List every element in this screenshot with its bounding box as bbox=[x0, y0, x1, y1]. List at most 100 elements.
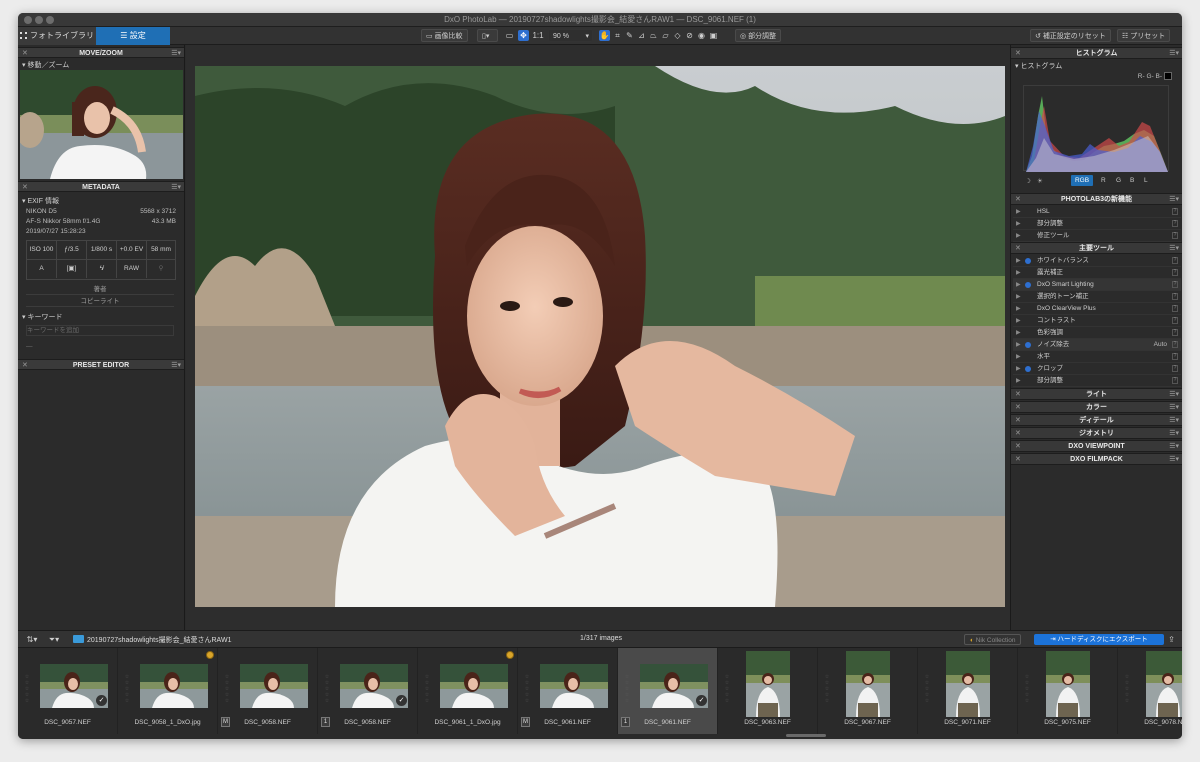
perspective-icon[interactable]: ⏢ bbox=[648, 30, 659, 41]
section-header[interactable]: ✕ ライト ☰▾ bbox=[1011, 388, 1182, 400]
rating-stars[interactable]: ☆ ☆ ☆ ☆ ☆ bbox=[623, 674, 631, 704]
close-icon[interactable]: ✕ bbox=[1015, 389, 1021, 401]
horizon-icon[interactable]: ⊿ bbox=[636, 30, 647, 41]
close-icon[interactable]: ✕ bbox=[1015, 415, 1021, 427]
enabled-indicator-icon[interactable] bbox=[1025, 342, 1031, 348]
rating-stars[interactable]: ☆ ☆ ☆ ☆ ☆ bbox=[1023, 674, 1031, 704]
zoom-level-select[interactable]: 90 % ▾ bbox=[548, 29, 593, 42]
filmstrip-thumbnail[interactable]: ☆ ☆ ☆ ☆ ☆ DSC_9058_1_DxO.jpg bbox=[118, 648, 218, 734]
tool-repair[interactable]: ▶ 修正ツール? bbox=[1013, 230, 1181, 242]
section-header[interactable]: ✕ DXO VIEWPOINT ☰▾ bbox=[1011, 440, 1182, 452]
histogram-header[interactable]: ✕ ヒストグラム ☰▾ bbox=[1011, 47, 1182, 59]
filmstrip-thumbnail[interactable]: ☆ ☆ ☆ ☆ ☆ DSC_9061_1_DxO.jpg bbox=[418, 648, 518, 734]
channel-rgb[interactable]: RGB bbox=[1071, 175, 1093, 186]
tool-row[interactable]: ▶ 色彩強調? bbox=[1013, 327, 1181, 339]
help-icon[interactable]: ? bbox=[1172, 269, 1178, 276]
help-icon[interactable]: ? bbox=[1172, 317, 1178, 324]
expand-arrow-icon[interactable]: ▶ bbox=[1016, 363, 1021, 375]
rating-stars[interactable]: ☆ ☆ ☆ ☆ ☆ bbox=[1123, 674, 1131, 704]
menu-icon[interactable]: ☰▾ bbox=[1169, 48, 1179, 60]
help-icon[interactable]: ? bbox=[1172, 377, 1178, 384]
hand-tool-icon[interactable]: ✋ bbox=[599, 30, 610, 41]
help-icon[interactable]: ? bbox=[1172, 341, 1178, 348]
filter-icon[interactable]: ⏷▾ bbox=[46, 634, 62, 645]
enabled-indicator-icon[interactable] bbox=[1025, 282, 1031, 288]
thumbnail-image[interactable] bbox=[440, 664, 508, 708]
reset-button[interactable]: ↺ 補正設定のリセット bbox=[1030, 29, 1111, 42]
tool-row[interactable]: ▶ 選択的トーン補正? bbox=[1013, 291, 1181, 303]
expand-arrow-icon[interactable]: ▶ bbox=[1016, 255, 1021, 267]
tool-row[interactable]: ▶ クロップ? bbox=[1013, 363, 1181, 375]
menu-icon[interactable]: ☰▾ bbox=[1169, 454, 1179, 466]
menu-icon[interactable]: ☰▾ bbox=[1169, 441, 1179, 453]
expand-arrow-icon[interactable]: ▶ bbox=[1016, 351, 1021, 363]
channel-l[interactable]: L bbox=[1144, 175, 1148, 186]
filmstrip-thumbnail[interactable]: ☆ ☆ ☆ ☆ ☆ M DSC_9058.NEF bbox=[218, 648, 318, 734]
local-adjust-button[interactable]: ◎ 部分調整 bbox=[735, 29, 782, 42]
menu-icon[interactable]: ☰▾ bbox=[171, 360, 181, 371]
thumbnail-image[interactable] bbox=[946, 651, 990, 717]
help-icon[interactable]: ? bbox=[1172, 305, 1178, 312]
essential-tools-header[interactable]: ✕ 主要ツール ☰▾ bbox=[1011, 242, 1182, 254]
zoom-window-button[interactable] bbox=[46, 16, 54, 24]
sort-icon[interactable]: ⇅▾ bbox=[24, 634, 40, 645]
main-photo[interactable] bbox=[195, 66, 1005, 607]
brush-icon[interactable]: ◇ bbox=[672, 30, 683, 41]
share-icon[interactable]: ⇪ bbox=[1166, 634, 1177, 645]
close-icon[interactable]: ✕ bbox=[22, 360, 28, 371]
thumbnail-image[interactable] bbox=[140, 664, 208, 708]
tool-row[interactable]: ▶ ホワイトバランス? bbox=[1013, 255, 1181, 267]
copyright-field[interactable]: コピーライト bbox=[26, 297, 174, 307]
enabled-indicator-icon[interactable] bbox=[1025, 258, 1031, 264]
close-icon[interactable]: ✕ bbox=[1015, 243, 1021, 255]
rating-stars[interactable]: ☆ ☆ ☆ ☆ ☆ bbox=[23, 674, 31, 704]
clipping-toggle[interactable] bbox=[1164, 72, 1172, 80]
tool-hsl[interactable]: ▶ HSL? bbox=[1013, 206, 1181, 218]
rating-stars[interactable]: ☆ ☆ ☆ ☆ ☆ bbox=[723, 674, 731, 704]
eyedropper-icon[interactable]: ✎ bbox=[624, 30, 635, 41]
move-icon[interactable]: ✥ bbox=[518, 30, 529, 41]
menu-icon[interactable]: ☰▾ bbox=[1169, 415, 1179, 427]
rating-stars[interactable]: ☆ ☆ ☆ ☆ ☆ bbox=[923, 674, 931, 704]
tool-row[interactable]: ▶ 部分調整? bbox=[1013, 375, 1181, 387]
close-icon[interactable]: ✕ bbox=[1015, 441, 1021, 453]
zoom-1to1-button[interactable]: 1:1 bbox=[531, 30, 545, 41]
close-icon[interactable]: ✕ bbox=[1015, 194, 1021, 206]
close-icon[interactable]: ✕ bbox=[1015, 402, 1021, 414]
section-header[interactable]: ✕ ジオメトリ ☰▾ bbox=[1011, 427, 1182, 439]
expand-arrow-icon[interactable]: ▶ bbox=[1016, 327, 1021, 339]
close-window-button[interactable] bbox=[24, 16, 32, 24]
navigator-thumbnail[interactable] bbox=[20, 70, 183, 179]
rating-stars[interactable]: ☆ ☆ ☆ ☆ ☆ bbox=[523, 674, 531, 704]
close-icon[interactable]: ✕ bbox=[22, 48, 28, 59]
tool-row[interactable]: ▶ DxO Smart Lighting? bbox=[1013, 279, 1181, 291]
close-icon[interactable]: ✕ bbox=[1015, 48, 1021, 60]
help-icon[interactable]: ? bbox=[1172, 353, 1178, 360]
tool-row[interactable]: ▶ DxO ClearView Plus? bbox=[1013, 303, 1181, 315]
thumbnail-image[interactable] bbox=[540, 664, 608, 708]
help-icon[interactable]: ? bbox=[1172, 208, 1178, 215]
thumbnail-image[interactable] bbox=[1046, 651, 1090, 717]
filmstrip-thumbnail[interactable]: ☆ ☆ ☆ ☆ ☆ DSC_9063.NEF bbox=[718, 648, 818, 734]
close-icon[interactable]: ✕ bbox=[1015, 454, 1021, 466]
filmstrip-thumbnail[interactable]: ☆ ☆ ☆ ☆ ☆ ✓ 1 DSC_9061.NEF bbox=[618, 648, 718, 734]
shadow-clip-icon[interactable]: ☽ bbox=[1025, 177, 1031, 185]
layout-button[interactable]: ▯▾ bbox=[477, 29, 498, 42]
rating-stars[interactable]: ☆ ☆ ☆ ☆ ☆ bbox=[123, 674, 131, 704]
tab-photo-library[interactable]: フォトライブラリ bbox=[18, 27, 96, 45]
close-icon[interactable]: ✕ bbox=[1015, 428, 1021, 440]
help-icon[interactable]: ? bbox=[1172, 220, 1178, 227]
help-icon[interactable]: ? bbox=[1172, 329, 1178, 336]
section-header[interactable]: ✕ ディテール ☰▾ bbox=[1011, 414, 1182, 426]
filmstrip-thumbnail[interactable]: ☆ ☆ ☆ ☆ ☆ M DSC_9061.NEF bbox=[518, 648, 618, 734]
filmstrip[interactable]: ☆ ☆ ☆ ☆ ☆ ✓ DSC_9057.NEF ☆ ☆ ☆ ☆ ☆ DSC_9058_1_DxO.jp… bbox=[18, 648, 1182, 739]
tool-row[interactable]: ▶ 水平? bbox=[1013, 351, 1181, 363]
rating-stars[interactable]: ☆ ☆ ☆ ☆ ☆ bbox=[823, 674, 831, 704]
section-header[interactable]: ✕ DXO FILMPACK ☰▾ bbox=[1011, 453, 1182, 465]
expand-arrow-icon[interactable]: ▶ bbox=[1016, 267, 1021, 279]
menu-icon[interactable]: ☰▾ bbox=[1169, 194, 1179, 206]
help-icon[interactable]: ? bbox=[1172, 293, 1178, 300]
expand-arrow-icon[interactable]: ▶ bbox=[1016, 375, 1021, 387]
watermark-icon[interactable]: ▣ bbox=[708, 30, 719, 41]
export-button[interactable]: ⇥ ハードディスクにエクスポート bbox=[1034, 634, 1164, 645]
